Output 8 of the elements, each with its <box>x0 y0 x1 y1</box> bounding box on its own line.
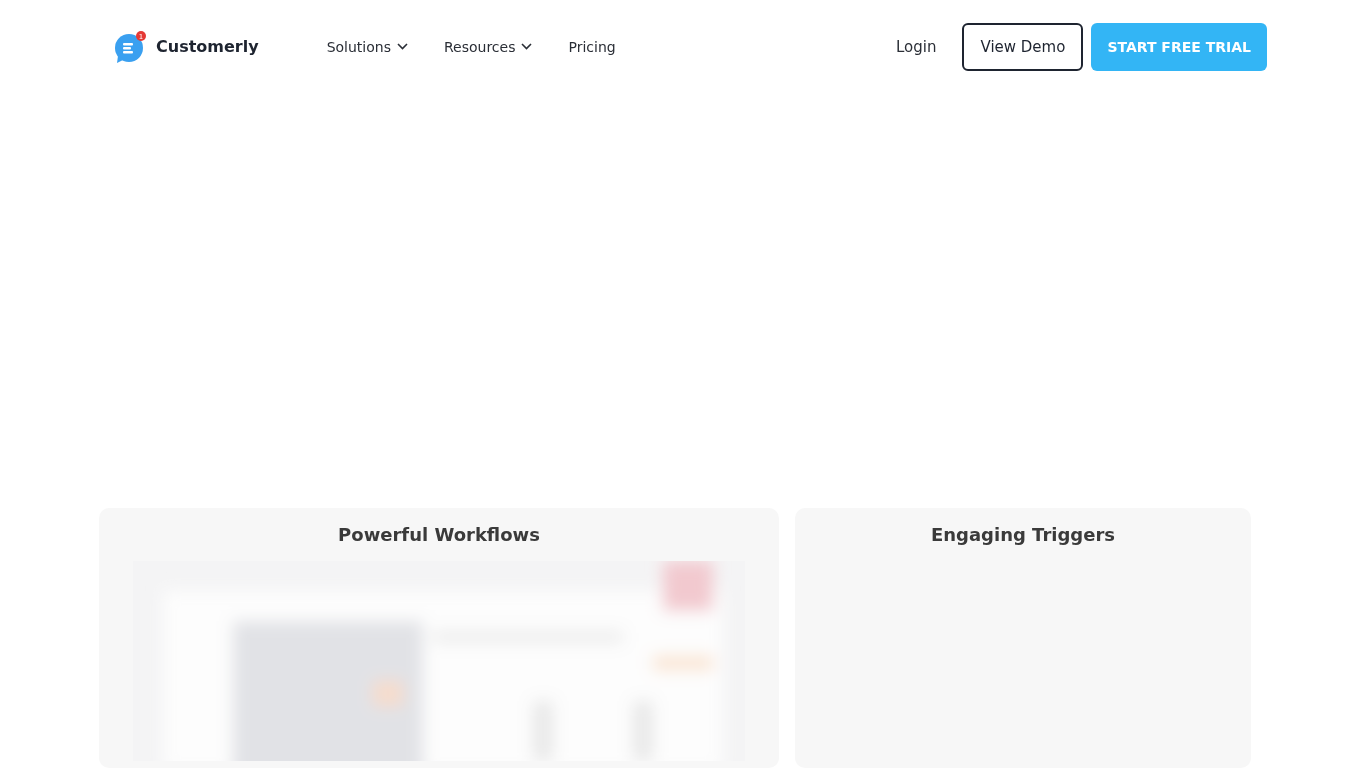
view-demo-button[interactable]: View Demo <box>962 22 1084 71</box>
nav-link[interactable]: Solutions <box>326 38 408 55</box>
card-title: Engaging Triggers <box>930 524 1116 545</box>
brand-name[interactable]: Customerly <box>156 37 259 57</box>
card-title: Powerful Workflows <box>338 524 540 545</box>
nav-link[interactable]: Resources <box>443 38 533 55</box>
nav-link[interactable]: Pricing <box>568 38 616 55</box>
login-link[interactable]: Login <box>896 37 937 56</box>
